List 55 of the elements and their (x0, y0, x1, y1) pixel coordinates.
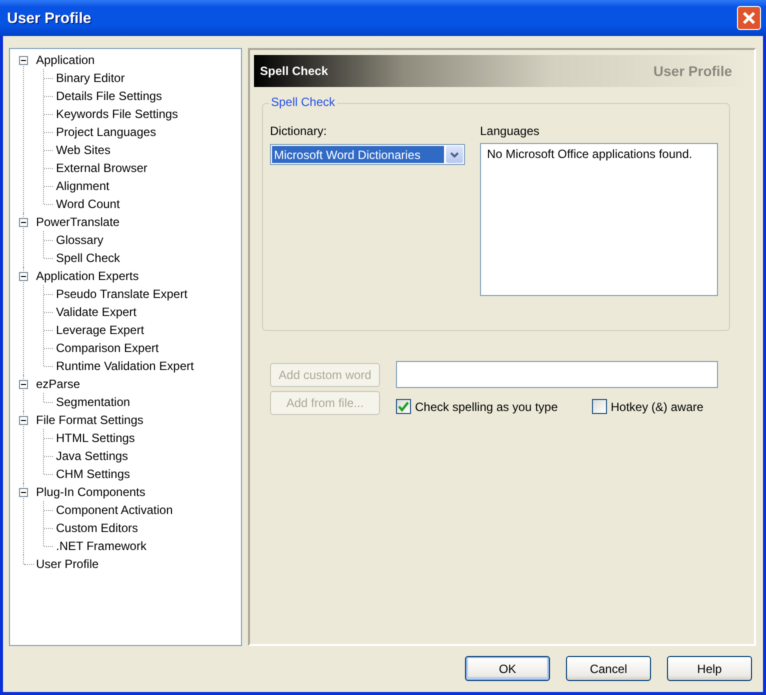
tree-item[interactable]: Runtime Validation Expert (55, 358, 195, 374)
group-legend: Spell Check (269, 95, 338, 109)
tree-item[interactable]: Glossary (55, 232, 104, 248)
tree-item[interactable]: File Format Settings (35, 412, 144, 428)
checkbox-label: Check spelling as you type (415, 400, 558, 414)
tree-item[interactable]: PowerTranslate (35, 214, 121, 230)
collapse-icon[interactable] (19, 218, 28, 226)
tree-item[interactable]: External Browser (55, 160, 148, 176)
word-input-field[interactable] (396, 361, 718, 388)
tree-item[interactable]: Keywords File Settings (55, 106, 180, 122)
tree-item[interactable]: Plug-In Components (35, 484, 146, 500)
tree-item[interactable]: Word Count (55, 196, 121, 212)
tree-item[interactable]: Segmentation (55, 394, 132, 410)
dialog-button[interactable]: Cancel (566, 656, 651, 681)
tree-item[interactable]: Leverage Expert (55, 322, 146, 338)
tree-item[interactable]: Details File Settings (55, 88, 164, 104)
tree-item[interactable]: Application (35, 52, 96, 68)
tree-item[interactable]: Validate Expert (55, 304, 138, 320)
list-message: No Microsoft Office applications found. (487, 147, 692, 161)
dictionary-label: Dictionary: (270, 124, 328, 140)
tree-item[interactable]: Web Sites (55, 142, 112, 158)
collapse-icon[interactable] (19, 56, 28, 64)
collapse-icon[interactable] (19, 416, 28, 424)
collapse-icon[interactable] (19, 488, 28, 496)
languages-list[interactable]: No Microsoft Office applications found. (480, 143, 718, 296)
tree-item[interactable]: Java Settings (55, 448, 130, 464)
tree-item[interactable]: HTML Settings (55, 430, 136, 446)
tree-item[interactable]: Binary Editor (55, 70, 126, 86)
tree-item[interactable]: .NET Framework (55, 538, 148, 554)
checkbox-label: Hotkey (&) aware (610, 400, 704, 414)
dictionary-dropdown[interactable]: Microsoft Word Dictionaries (270, 144, 465, 165)
close-button[interactable] (737, 6, 761, 30)
page-caption: User Profile (653, 63, 732, 79)
checkbox[interactable] (592, 399, 607, 414)
tree-item[interactable]: Alignment (55, 178, 110, 194)
close-icon (742, 11, 756, 25)
tree-item[interactable]: CHM Settings (55, 466, 132, 482)
tree-item[interactable]: Component Activation (55, 502, 174, 518)
dialog-button[interactable]: Help (667, 656, 752, 681)
tree-item[interactable]: Pseudo Translate Expert (55, 286, 188, 302)
tree-item[interactable]: Comparison Expert (55, 340, 160, 356)
chevron-down-icon (450, 152, 459, 158)
dialog-button[interactable]: OK (465, 656, 550, 681)
tree-item[interactable]: Project Languages (55, 124, 158, 140)
collapse-icon[interactable] (19, 380, 28, 388)
window-title: User Profile (7, 10, 92, 26)
tree-item[interactable]: Custom Editors (55, 520, 140, 536)
languages-label: Languages (480, 124, 540, 140)
tree-item[interactable]: Application Experts (35, 268, 140, 284)
tree-item[interactable]: Spell Check (55, 250, 122, 266)
checkbox[interactable] (396, 399, 411, 414)
page-title: Spell Check (260, 64, 328, 78)
tree-item[interactable]: User Profile (35, 556, 100, 572)
tree-item[interactable]: ezParse (35, 376, 82, 392)
collapse-icon[interactable] (19, 272, 28, 280)
